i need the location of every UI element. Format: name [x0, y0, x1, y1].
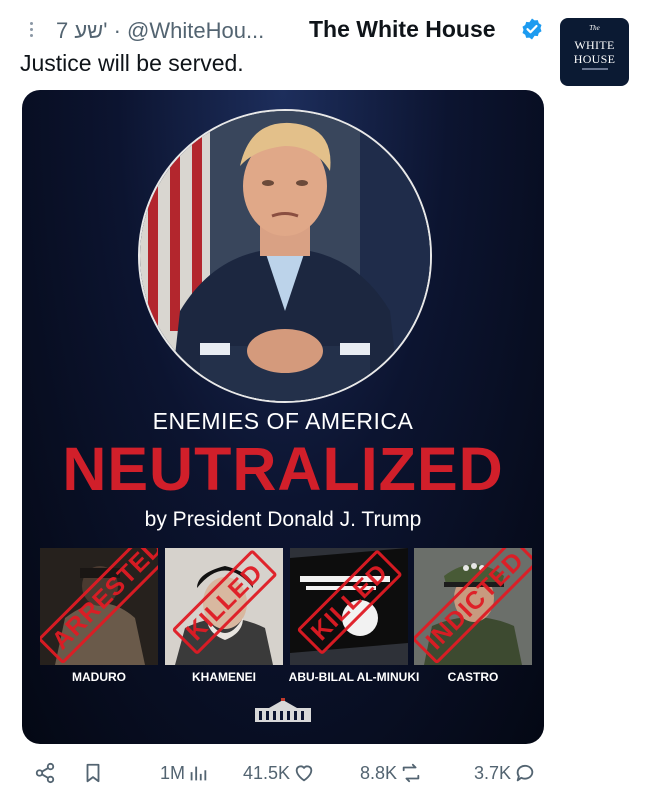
- views-icon: [190, 766, 207, 781]
- caption-khamenei: KHAMENEI: [191, 670, 256, 684]
- tweet-time[interactable]: 7 שע': [56, 18, 107, 43]
- headline-neutralized: NEUTRALIZED: [62, 435, 504, 503]
- portrait-tiles: ARRESTED KILLED KILLED INDICTED: [40, 548, 532, 665]
- bookmark-icon: [86, 763, 100, 783]
- avatar-the: The: [589, 24, 600, 32]
- author-name[interactable]: The White House: [309, 16, 496, 43]
- like-icon: [295, 765, 313, 782]
- tile-castro: INDICTED: [414, 548, 532, 665]
- replies-count: 3.7K: [474, 762, 512, 783]
- caption-minuki: ABU-BILAL AL-MINUKI: [288, 670, 420, 684]
- tweet-actions: 1M 41.5K 8.8K 3.7K: [0, 760, 649, 790]
- caption-castro: CASTRO: [447, 670, 499, 684]
- share-icon: [35, 762, 55, 784]
- tweet-text: Justice will be served.: [20, 50, 244, 76]
- avatar-line2: HOUSE: [573, 52, 616, 66]
- tile-maduro: ARRESTED: [40, 548, 158, 665]
- avatar[interactable]: The WHITE HOUSE: [560, 18, 629, 86]
- repost-icon: [402, 763, 420, 783]
- like-button[interactable]: 41.5K: [243, 762, 316, 784]
- avatar-line1: WHITE: [574, 38, 615, 52]
- tile-minuki: KILLED: [290, 548, 408, 665]
- tweet-media-image[interactable]: ENEMIES OF AMERICA NEUTRALIZED by Presid…: [22, 90, 544, 744]
- avatar-rule: [582, 68, 608, 70]
- avatar-wordmark: WHITE HOUSE: [560, 38, 629, 66]
- more-icon[interactable]: [28, 22, 34, 40]
- tile-khamenei: KILLED: [165, 548, 283, 665]
- views-button[interactable]: 1M: [160, 762, 209, 784]
- reply-button[interactable]: 3.7K: [474, 762, 537, 784]
- headline-byline: by President Donald J. Trump: [144, 508, 422, 531]
- verified-icon: [522, 18, 542, 40]
- share-button[interactable]: [34, 762, 56, 784]
- views-count: 1M: [160, 762, 186, 783]
- caption-maduro: MADURO: [72, 670, 126, 684]
- author-handle[interactable]: @WhiteHou...: [127, 18, 264, 43]
- likes-count: 41.5K: [243, 762, 291, 783]
- portrait-illustration: [140, 111, 430, 401]
- reposts-count: 8.8K: [360, 762, 398, 783]
- meta-separator: ·: [113, 18, 121, 43]
- tweet-header: 7 שע' · @WhiteHou... The White House: [20, 14, 560, 44]
- headline-kicker: ENEMIES OF AMERICA: [152, 408, 414, 434]
- bookmark-button[interactable]: [82, 762, 104, 784]
- portrait-photo: [138, 109, 432, 403]
- repost-button[interactable]: 8.8K: [360, 762, 423, 784]
- white-house-icon: [255, 698, 311, 722]
- tweet-meta: 7 שע' · @WhiteHou...: [56, 18, 264, 44]
- reply-icon: [516, 764, 534, 782]
